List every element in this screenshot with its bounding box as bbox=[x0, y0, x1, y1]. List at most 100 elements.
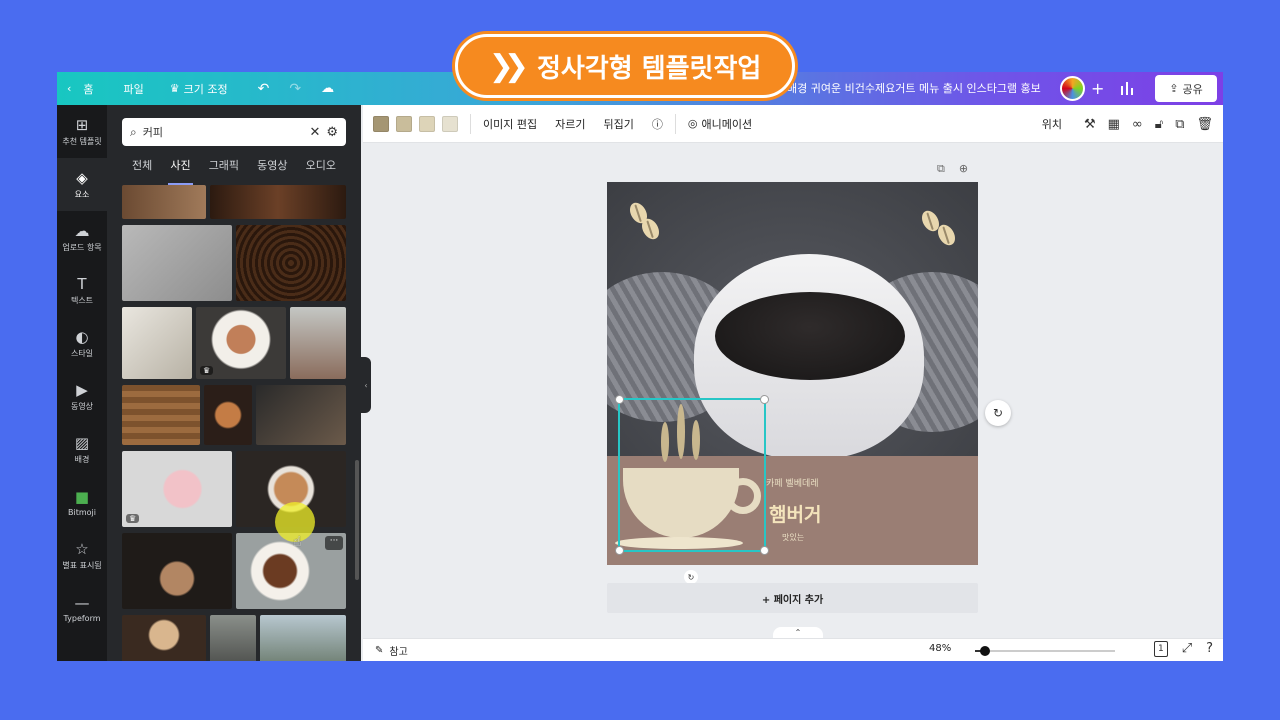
tab-graphics[interactable]: 그래픽 bbox=[209, 157, 239, 179]
cafe-name-text[interactable]: 카페 벨베데레 bbox=[766, 476, 819, 489]
rail-item-video[interactable]: ▶ 동영상 bbox=[57, 370, 107, 423]
fullscreen-icon[interactable]: ⤢ bbox=[1182, 641, 1192, 657]
duplicate-page-icon[interactable]: ⧉ bbox=[937, 162, 945, 176]
rail-item-typeform[interactable]: — Typeform bbox=[57, 582, 107, 635]
star-icon: ☆ bbox=[75, 539, 89, 558]
notes-button[interactable]: ✎ 참고 bbox=[375, 643, 408, 658]
color-swatch-3[interactable] bbox=[419, 115, 435, 132]
photo-thumbnail[interactable]: ♛ bbox=[196, 307, 286, 379]
color-swatch-1[interactable] bbox=[373, 115, 389, 132]
crop-button[interactable]: 자르기 bbox=[555, 116, 585, 132]
resize-handle[interactable] bbox=[760, 546, 769, 555]
avatar[interactable] bbox=[1060, 76, 1085, 101]
photo-thumbnail[interactable] bbox=[204, 385, 252, 445]
paint-roller-icon[interactable]: ⚒ bbox=[1084, 117, 1096, 132]
rotate-handle-icon[interactable]: ↻ bbox=[684, 570, 698, 584]
add-page-button[interactable]: + 페이지 추가 bbox=[607, 583, 978, 613]
context-toolbar: 이미지 편집 자르기 뒤집기 ⓘ ◎ 애니메이션 위치 ⚒ ▦ ∞ 🔓︎ ⧉ 🗑… bbox=[363, 105, 1223, 143]
bitmoji-icon: ■ bbox=[74, 487, 90, 506]
selection-box[interactable] bbox=[615, 395, 769, 555]
insights-icon[interactable] bbox=[1120, 80, 1134, 96]
tab-photos[interactable]: 사진 bbox=[168, 157, 193, 185]
coffee-surface bbox=[715, 292, 905, 380]
photo-thumbnail[interactable] bbox=[236, 225, 346, 301]
toolbar-divider bbox=[470, 113, 471, 134]
photo-thumbnail[interactable] bbox=[122, 225, 232, 301]
clear-search-icon[interactable]: ✕ bbox=[309, 125, 320, 140]
resize-handle[interactable] bbox=[615, 395, 624, 404]
photo-thumbnail[interactable] bbox=[290, 307, 346, 379]
tab-videos[interactable]: 동영상 bbox=[257, 157, 287, 179]
photo-thumbnail[interactable] bbox=[210, 185, 346, 219]
link-icon[interactable]: ∞ bbox=[1132, 117, 1143, 132]
flip-button[interactable]: 뒤집기 bbox=[603, 116, 633, 132]
color-swatch-4[interactable] bbox=[442, 115, 458, 132]
photo-thumbnail[interactable] bbox=[122, 533, 232, 609]
share-button[interactable]: ⇪ 공유 bbox=[1155, 75, 1217, 102]
rail-item-text[interactable]: T 텍스트 bbox=[57, 264, 107, 317]
resize-handle[interactable] bbox=[760, 395, 769, 404]
duplicate-icon[interactable]: ⧉ bbox=[1175, 117, 1184, 132]
document-title[interactable]: l배경 귀여운 비건수제요거트 메뉴 출시 인스타그램 홍보 bbox=[784, 72, 1054, 105]
filter-icon[interactable]: ⚙ bbox=[326, 125, 338, 140]
trash-icon[interactable]: 🗑︎ bbox=[1196, 117, 1213, 132]
style-icon: ◐ bbox=[75, 327, 89, 346]
design-canvas[interactable]: 카페 벨베데레 햄버거 맛있는 bbox=[607, 182, 978, 565]
tab-audio[interactable]: 오디오 bbox=[306, 157, 336, 179]
redo-icon[interactable]: ↷ bbox=[279, 81, 311, 97]
content-tabs: 전체 사진 그래픽 동영상 오디오 bbox=[122, 157, 346, 185]
rail-item-uploads[interactable]: ☁ 업로드 항목 bbox=[57, 211, 107, 264]
subtext[interactable]: 맛있는 bbox=[782, 532, 804, 543]
animation-icon: ◎ bbox=[687, 117, 698, 130]
photo-thumbnail[interactable] bbox=[122, 615, 206, 661]
photo-thumbnail[interactable] bbox=[122, 385, 200, 445]
undo-icon[interactable]: ↶ bbox=[248, 81, 280, 97]
hand-cursor-icon: ☝ bbox=[293, 534, 302, 550]
template-icon: ⊞ bbox=[75, 115, 89, 134]
resize-handle[interactable] bbox=[615, 546, 624, 555]
photo-thumbnail[interactable]: ··· bbox=[236, 533, 346, 609]
cloud-saved-icon[interactable]: ☁ bbox=[311, 81, 344, 96]
photo-thumbnail[interactable] bbox=[256, 385, 346, 445]
photo-thumbnail[interactable]: ♛ bbox=[122, 451, 232, 527]
add-page-icon[interactable]: ⊕ bbox=[959, 162, 968, 176]
banner: ❯❯ 정사각형 템플릿작업 bbox=[455, 34, 795, 98]
file-menu-button[interactable]: 파일 bbox=[114, 81, 154, 97]
headline-text[interactable]: 햄버거 bbox=[769, 500, 821, 527]
typeform-icon: — bbox=[74, 593, 90, 612]
add-member-icon[interactable]: + bbox=[1091, 72, 1104, 105]
rail-item-starred[interactable]: ☆ 별표 표시됨 bbox=[57, 529, 107, 582]
info-icon[interactable]: ⓘ bbox=[652, 116, 663, 132]
zoom-slider[interactable] bbox=[975, 646, 1115, 656]
photo-thumbnail[interactable] bbox=[122, 185, 206, 219]
photo-thumbnail[interactable] bbox=[210, 615, 256, 661]
collapse-panel-handle[interactable]: ‹ bbox=[361, 357, 371, 413]
rail-item-bitmoji[interactable]: ■ Bitmoji bbox=[57, 476, 107, 529]
animate-button[interactable]: ◎ 애니메이션 bbox=[688, 116, 752, 132]
resize-button[interactable]: ♛ 크기 조정 bbox=[160, 81, 238, 97]
color-swatch-2[interactable] bbox=[396, 115, 412, 132]
photo-thumbnail[interactable] bbox=[122, 307, 192, 379]
rail-item-background[interactable]: ▨ 배경 bbox=[57, 423, 107, 476]
panel-scrollbar[interactable] bbox=[355, 460, 359, 580]
tab-all[interactable]: 전체 bbox=[132, 157, 152, 179]
elements-panel: ⌕ ✕ ⚙ 전체 사진 그래픽 동영상 오디오 ♛ ♛ bbox=[107, 105, 361, 661]
chevron-left-icon: ‹ bbox=[67, 82, 72, 95]
edit-image-button[interactable]: 이미지 편집 bbox=[483, 116, 537, 132]
refresh-icon[interactable]: ↻ bbox=[985, 400, 1011, 426]
bottom-bar: ✎ 참고 48% 1 ⤢ ? bbox=[363, 638, 1223, 661]
zoom-level[interactable]: 48% bbox=[929, 643, 951, 654]
rail-item-styles[interactable]: ◐ 스타일 bbox=[57, 317, 107, 370]
rail-item-templates[interactable]: ⊞ 추천 템플릿 bbox=[57, 105, 107, 158]
rail-item-elements[interactable]: ◈ 요소 bbox=[57, 158, 107, 211]
search-input[interactable] bbox=[142, 125, 304, 139]
more-options-icon[interactable]: ··· bbox=[325, 536, 343, 550]
home-button[interactable]: ‹ 홈 bbox=[57, 81, 104, 97]
transparency-icon[interactable]: ▦ bbox=[1108, 117, 1120, 132]
photo-thumbnail[interactable] bbox=[260, 615, 346, 661]
page-count-icon[interactable]: 1 bbox=[1153, 641, 1168, 657]
position-button[interactable]: 위치 bbox=[1042, 116, 1062, 132]
zoom-slider-knob[interactable] bbox=[980, 646, 991, 656]
help-icon[interactable]: ? bbox=[1206, 641, 1213, 657]
lock-icon[interactable]: 🔓︎ bbox=[1155, 117, 1163, 132]
